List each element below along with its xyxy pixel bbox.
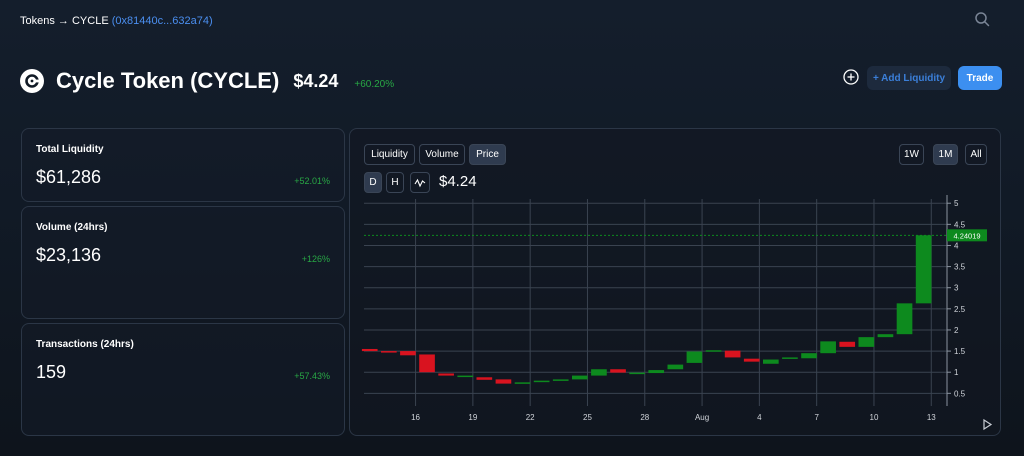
candle — [743, 358, 760, 362]
candle — [705, 350, 722, 352]
candle — [476, 377, 493, 380]
line-chart-toggle[interactable] — [410, 172, 430, 193]
x-tick-label: 28 — [640, 413, 649, 422]
last-price-badge — [947, 229, 987, 242]
search-icon[interactable] — [974, 11, 990, 27]
chart-current-price: $4.24 — [439, 173, 477, 190]
y-tick-label: 3.5 — [954, 263, 966, 272]
breadcrumb-symbol: CYCLE — [71, 15, 109, 27]
trade-button[interactable]: Trade — [958, 66, 1002, 90]
token-price: $4.24 — [293, 70, 339, 91]
candle — [686, 351, 703, 363]
x-tick-label: 13 — [927, 413, 936, 422]
candle — [820, 341, 836, 354]
candle — [915, 235, 932, 304]
stat-card-volume: Volume (24hrs) $23,136 +126% — [21, 206, 345, 319]
x-tick-label: 19 — [468, 413, 477, 422]
token-name: Cycle Token (CYCLE) — [56, 68, 280, 93]
y-tick-label: 2 — [954, 326, 959, 335]
stat-label: Volume (24hrs) — [36, 222, 108, 233]
range-1m[interactable]: 1M — [933, 144, 958, 165]
stat-value: $61,286 — [36, 167, 102, 187]
candle — [438, 373, 454, 376]
line-chart-icon — [414, 178, 426, 187]
candle — [514, 382, 531, 384]
candle — [896, 303, 913, 335]
x-tick-label: 10 — [870, 413, 879, 422]
tab-liquidity[interactable]: Liquidity — [364, 144, 415, 165]
stat-value: 159 — [36, 362, 67, 382]
candle — [457, 375, 474, 378]
x-tick-label: 16 — [411, 413, 420, 422]
interval-day[interactable]: D — [364, 172, 382, 193]
stat-label: Total Liquidity — [36, 144, 104, 155]
breadcrumb-address[interactable]: (0x81440c...632a74) — [112, 15, 213, 27]
candle — [648, 370, 665, 374]
y-tick-label: 2.5 — [954, 305, 966, 314]
stat-card-transactions: Transactions (24hrs) 159 +57.43% — [21, 323, 345, 436]
candle — [400, 351, 416, 356]
candle — [380, 351, 397, 353]
add-circle-icon[interactable] — [843, 69, 859, 85]
tab-volume[interactable]: Volume — [419, 144, 465, 165]
candle — [591, 369, 607, 376]
stat-value: $23,136 — [36, 245, 102, 265]
token-change: +60.20% — [354, 78, 395, 90]
stat-card-total-liquidity: Total Liquidity $61,286 +52.01% — [21, 128, 345, 202]
range-all[interactable]: All — [965, 144, 987, 165]
candle — [667, 364, 684, 370]
y-tick-label: 3 — [954, 284, 959, 293]
candle — [877, 334, 894, 338]
candle — [361, 348, 378, 352]
x-tick-label: 25 — [583, 413, 592, 422]
y-tick-label: 0.5 — [954, 389, 966, 398]
candle — [782, 357, 798, 359]
token-header: Cycle Token (CYCLE) $4.24 +60.20% — [20, 66, 394, 96]
stat-change: +52.01% — [294, 176, 330, 186]
interval-hour[interactable]: H — [386, 172, 404, 193]
token-logo-icon — [20, 69, 44, 93]
breadcrumb-root[interactable]: Tokens — [20, 15, 55, 27]
candle — [610, 369, 626, 373]
candle — [495, 379, 512, 384]
y-tick-label: 5 — [954, 199, 959, 208]
candle — [762, 359, 779, 364]
candle — [419, 354, 435, 373]
add-liquidity-button[interactable]: + Add Liquidity — [867, 66, 951, 90]
candle — [571, 375, 588, 380]
candle — [533, 380, 550, 383]
range-1w[interactable]: 1W — [899, 144, 924, 165]
chart-panel: Liquidity Volume Price 1W 1M All D H $4.… — [349, 128, 1001, 436]
last-price-label: 4.24019 — [953, 231, 980, 240]
candle — [839, 341, 856, 347]
candle — [801, 353, 817, 359]
breadcrumb: Tokens → CYCLE (0x81440c...632a74) — [20, 15, 213, 27]
stat-label: Transactions (24hrs) — [36, 339, 134, 350]
y-tick-label: 1 — [954, 368, 959, 377]
y-tick-label: 1.5 — [954, 347, 966, 356]
stat-change: +126% — [301, 254, 330, 264]
y-tick-label: 4 — [954, 241, 959, 250]
candle — [724, 350, 741, 358]
scroll-right-icon — [983, 418, 993, 431]
candle — [629, 372, 645, 375]
x-tick-label: Aug — [695, 413, 709, 422]
tab-price[interactable]: Price — [469, 144, 506, 165]
candle — [858, 337, 875, 347]
stat-change: +57.43% — [294, 371, 330, 381]
candle — [552, 379, 569, 381]
x-tick-label: 7 — [814, 413, 819, 422]
y-tick-label: 4.5 — [954, 220, 966, 229]
x-tick-label: 4 — [757, 413, 762, 422]
breadcrumb-arrow: → — [57, 15, 69, 27]
x-tick-label: 22 — [526, 413, 535, 422]
